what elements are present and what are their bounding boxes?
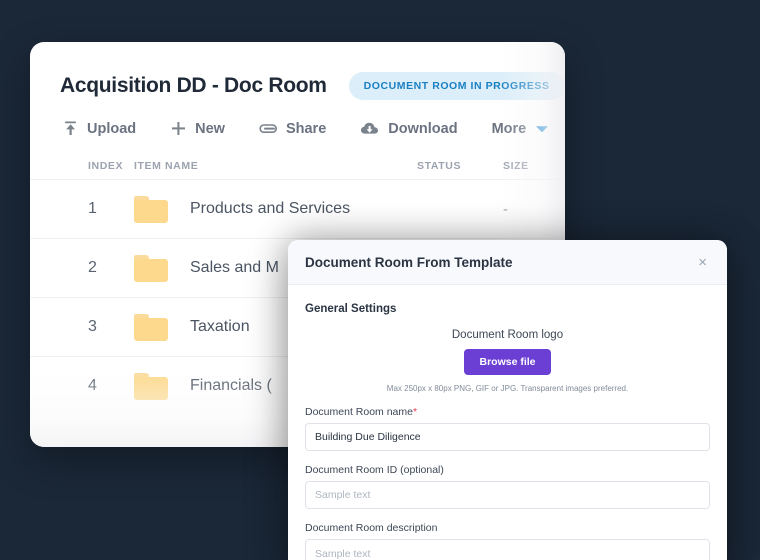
document-room-name-input[interactable] (305, 423, 710, 451)
column-header-size: SIZE (503, 160, 565, 172)
column-header-item-name: ITEM NAME (134, 160, 417, 172)
download-label: Download (388, 121, 457, 137)
column-header-status: STATUS (417, 160, 503, 172)
status-badge: DOCUMENT ROOM IN PROGRESS (349, 72, 565, 100)
chevron-down-icon (535, 124, 549, 134)
field-label: Document Room ID (optional) (305, 464, 710, 476)
row-item-name: Financials ( (190, 377, 272, 395)
row-index: 2 (62, 259, 134, 277)
row-item-name: Taxation (190, 318, 250, 336)
folder-icon (134, 373, 168, 400)
logo-upload-block: Document Room logo Browse file Max 250px… (305, 329, 710, 393)
row-index: 1 (62, 200, 134, 218)
modal-title: Document Room From Template (305, 255, 513, 270)
upload-icon (62, 120, 79, 137)
row-item-name: Products and Services (190, 200, 350, 218)
more-button[interactable]: More (492, 121, 550, 137)
folder-icon (134, 196, 168, 223)
plus-icon (170, 120, 187, 137)
document-room-description-input[interactable] (305, 539, 710, 560)
column-header-index: INDEX (62, 160, 134, 172)
table-header-row: INDEX ITEM NAME STATUS SIZE (30, 153, 565, 179)
link-icon (259, 120, 278, 137)
logo-hint-text: Max 250px x 80px PNG, GIF or JPG. Transp… (305, 384, 710, 393)
browse-file-button[interactable]: Browse file (464, 349, 550, 375)
field-label: Document Room description (305, 522, 710, 534)
row-item-name: Sales and M (190, 259, 279, 277)
row-size: - (503, 201, 565, 218)
upload-button[interactable]: Upload (62, 120, 136, 137)
modal-body: General Settings Document Room logo Brow… (288, 285, 727, 560)
field-document-room-description: Document Room description (305, 522, 710, 560)
section-title-general-settings: General Settings (305, 303, 710, 315)
document-room-id-input[interactable] (305, 481, 710, 509)
table-row[interactable]: 1 Products and Services - (30, 179, 565, 238)
field-document-room-name: Document Room name* (305, 406, 710, 451)
share-button[interactable]: Share (259, 120, 326, 137)
field-label-text: Document Room name (305, 406, 413, 418)
close-icon[interactable]: × (695, 253, 710, 272)
more-label: More (492, 121, 527, 137)
field-document-room-id: Document Room ID (optional) (305, 464, 710, 509)
required-indicator: * (413, 406, 417, 418)
new-label: New (195, 121, 225, 137)
field-label: Document Room name* (305, 406, 710, 418)
page-title: Acquisition DD - Doc Room (60, 74, 327, 98)
cloud-download-icon (360, 120, 380, 137)
row-index: 4 (62, 377, 134, 395)
download-button[interactable]: Download (360, 120, 457, 137)
card-header: Acquisition DD - Doc Room DOCUMENT ROOM … (30, 42, 565, 100)
folder-icon (134, 314, 168, 341)
row-index: 3 (62, 318, 134, 336)
logo-label: Document Room logo (305, 329, 710, 341)
document-room-template-modal: Document Room From Template × General Se… (288, 240, 727, 560)
toolbar: Upload New Share (30, 100, 565, 137)
app-background: Acquisition DD - Doc Room DOCUMENT ROOM … (0, 0, 760, 560)
modal-header: Document Room From Template × (288, 240, 727, 285)
upload-label: Upload (87, 121, 136, 137)
folder-icon (134, 255, 168, 282)
new-button[interactable]: New (170, 120, 225, 137)
share-label: Share (286, 121, 326, 137)
